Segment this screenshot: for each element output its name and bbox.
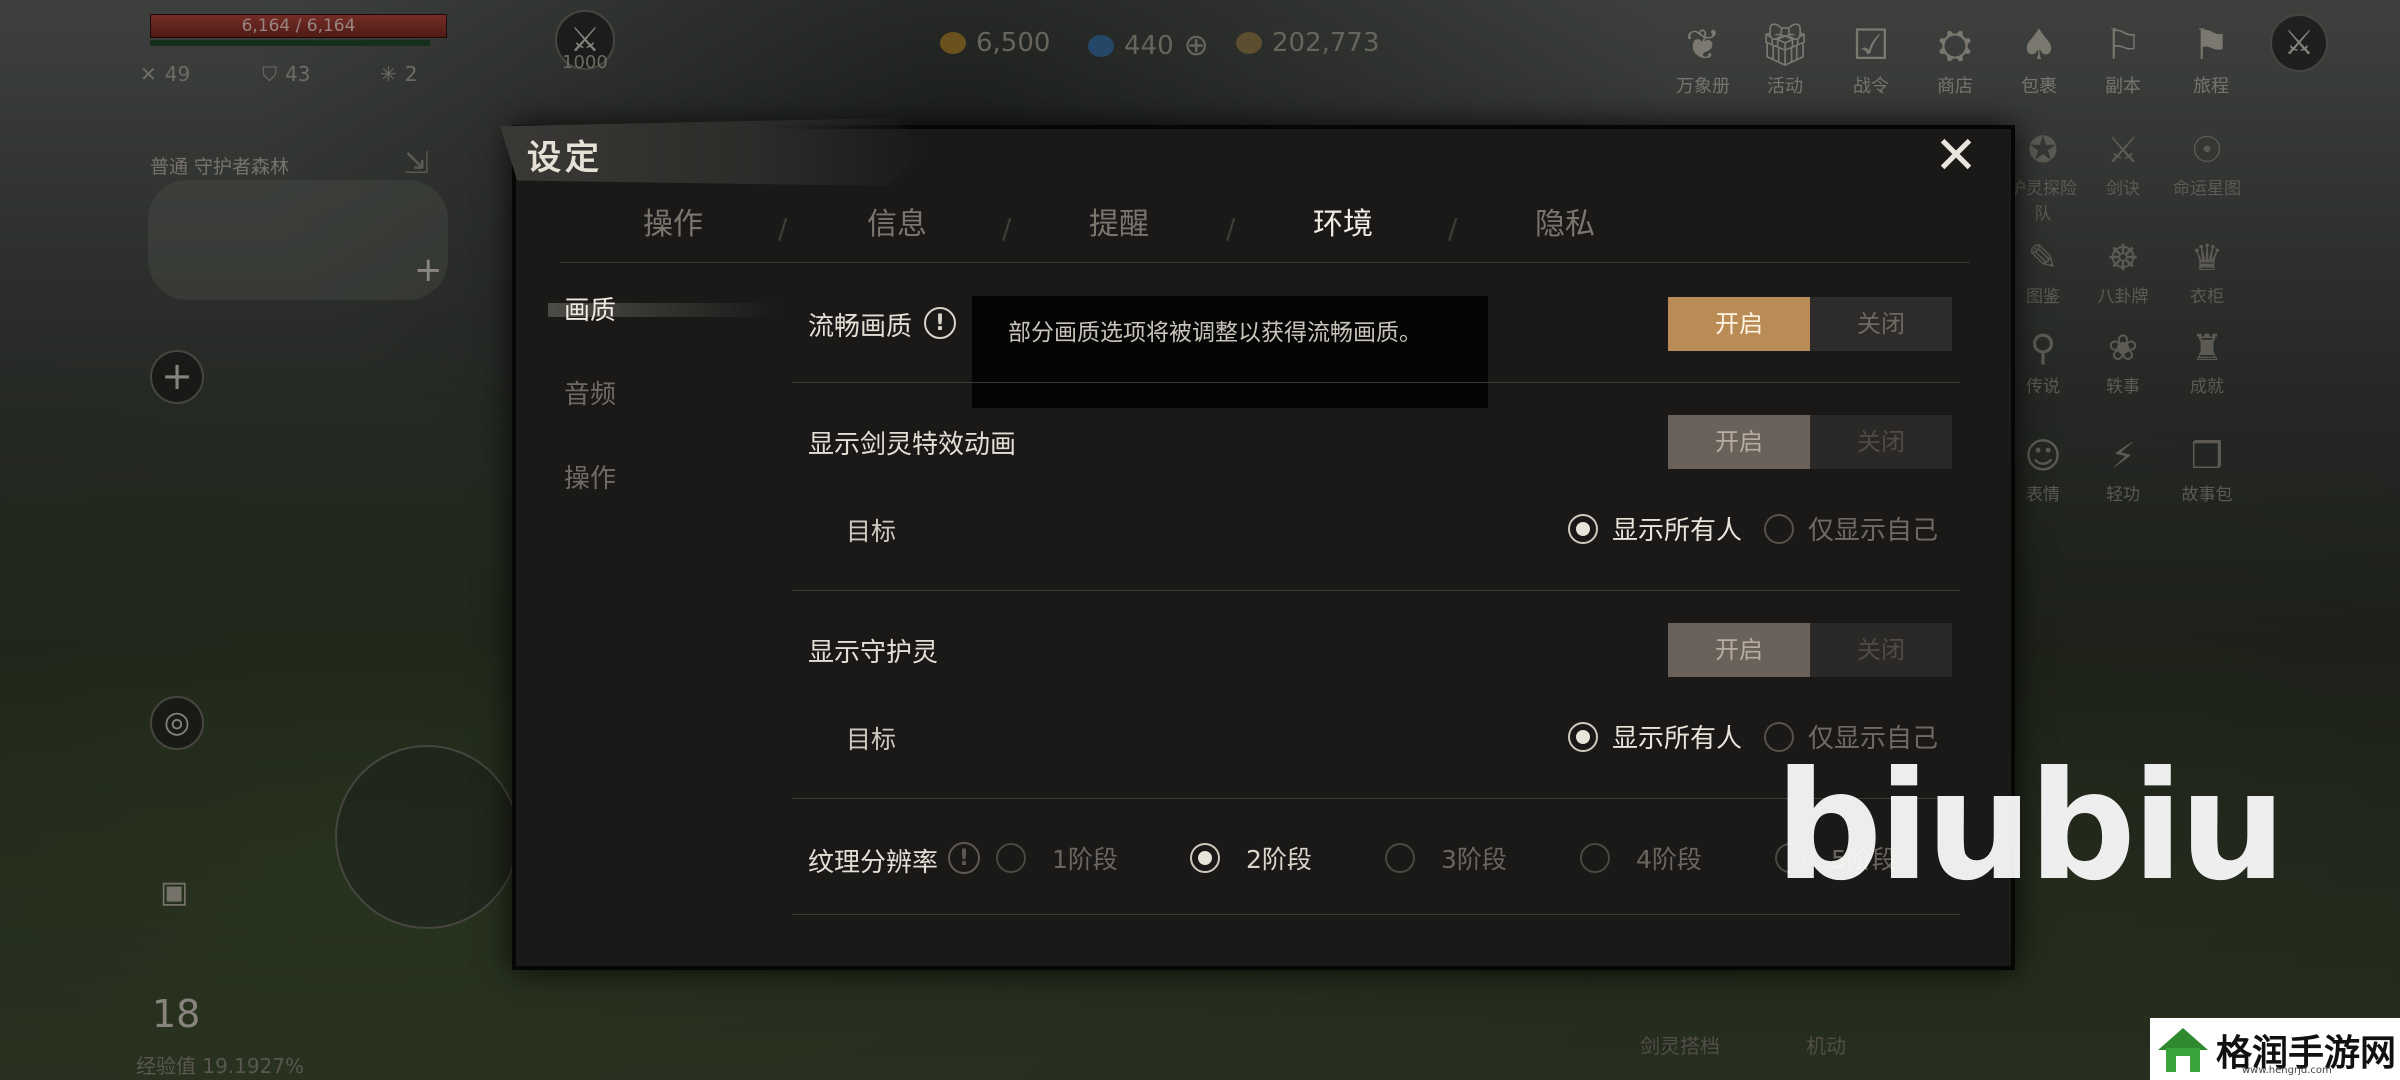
texture-option-3[interactable]: 3阶段 — [1385, 840, 1507, 876]
radio-empty-icon — [996, 843, 1026, 873]
side-nav-audio[interactable]: 音频 — [564, 374, 616, 411]
settings-tabs: 操作 / 信息 / 提醒 / 环境 / 隐私 — [560, 200, 1970, 263]
radio-empty-icon — [1764, 513, 1794, 544]
row-divider — [792, 382, 1960, 383]
radio-selected-icon — [1190, 843, 1220, 873]
target2-show-all-radio[interactable]: 显示所有人 — [1568, 718, 1742, 755]
smooth-quality-on-button[interactable]: 开启 — [1668, 297, 1810, 351]
side-nav-quality[interactable]: 画质 — [564, 290, 616, 327]
site-url: www.hengrjd.com — [2242, 1065, 2332, 1076]
guardian-on-button[interactable]: 开启 — [1668, 623, 1810, 677]
target-label: 目标 — [846, 725, 897, 754]
smooth-quality-label: 流畅画质 — [808, 312, 913, 342]
guardian-off-button[interactable]: 关闭 — [1810, 623, 1952, 677]
spirit-animation-off-button[interactable]: 关闭 — [1810, 415, 1952, 469]
radio-empty-icon — [1580, 843, 1610, 873]
guardian-toggle: 开启 关闭 — [1668, 623, 1953, 677]
smooth-quality-off-button[interactable]: 关闭 — [1810, 297, 1952, 351]
tab-reminder[interactable]: 提醒 — [1044, 200, 1194, 250]
radio-selected-icon — [1568, 513, 1598, 544]
target1-show-self-radio[interactable]: 仅显示自己 — [1764, 510, 1938, 547]
texture-option-4[interactable]: 4阶段 — [1580, 840, 1702, 876]
house-logo-icon — [2158, 1028, 2208, 1072]
tab-separator: / — [1448, 212, 1458, 245]
spirit-animation-label: 显示剑灵特效动画 — [808, 430, 1017, 460]
guardian-label: 显示守护灵 — [808, 638, 939, 668]
smooth-quality-toggle: 开启 关闭 — [1668, 297, 1953, 351]
close-icon[interactable]: ✕ — [1930, 130, 1982, 182]
biubiu-watermark: biubiu — [1775, 740, 2286, 914]
texture-option-2[interactable]: 2阶段 — [1190, 840, 1312, 876]
dialog-title: 设定 — [527, 138, 603, 178]
row-divider — [792, 590, 1960, 591]
target1-show-all-radio[interactable]: 显示所有人 — [1568, 510, 1742, 547]
tab-separator: / — [1226, 212, 1236, 245]
radio-empty-icon — [1385, 843, 1415, 873]
tab-separator: / — [778, 212, 788, 245]
tab-operation[interactable]: 操作 — [598, 200, 748, 250]
tab-info[interactable]: 信息 — [822, 200, 972, 250]
site-logo: 格润手游网 www.hengrjd.com — [2150, 1018, 2400, 1080]
side-nav-operation[interactable]: 操作 — [564, 458, 616, 495]
row-divider — [792, 914, 1960, 915]
info-icon[interactable]: ! — [948, 842, 980, 874]
texture-resolution-label: 纹理分辨率 — [808, 848, 939, 878]
tab-environment[interactable]: 环境 — [1268, 200, 1418, 250]
radio-selected-icon — [1568, 721, 1598, 752]
spirit-animation-toggle: 开启 关闭 — [1668, 415, 1953, 469]
target-label: 目标 — [846, 517, 897, 546]
tab-separator: / — [1002, 212, 1012, 245]
texture-option-1[interactable]: 1阶段 — [996, 840, 1118, 876]
smooth-quality-tooltip: 部分画质选项将被调整以获得流畅画质。 — [972, 296, 1488, 408]
spirit-animation-on-button[interactable]: 开启 — [1668, 415, 1810, 469]
tab-privacy[interactable]: 隐私 — [1490, 200, 1640, 250]
info-icon[interactable]: ! — [924, 307, 956, 339]
